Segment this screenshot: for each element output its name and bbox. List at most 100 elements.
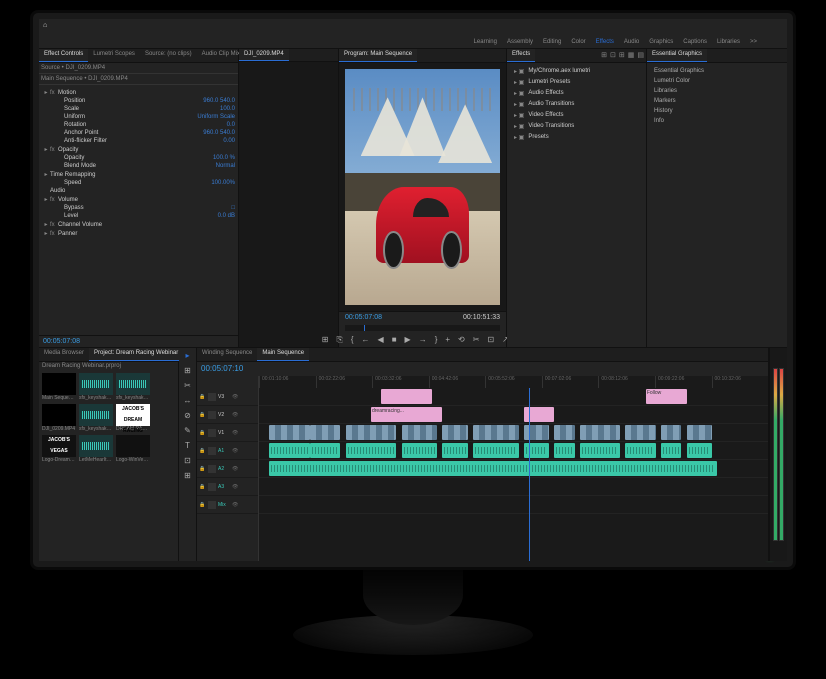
timeline-clip[interactable] xyxy=(661,443,681,458)
eye-icon[interactable]: 👁 xyxy=(232,502,239,508)
timeline-tool[interactable]: T xyxy=(182,441,194,453)
lock-icon[interactable]: 🔒 xyxy=(199,502,206,508)
property-value[interactable]: 0.00 xyxy=(195,138,235,144)
effects-tab[interactable]: Effects xyxy=(507,49,535,62)
ec-property[interactable]: Opacity100.0 % xyxy=(42,154,235,162)
project-item[interactable]: sfx_keyshake... xyxy=(116,373,150,401)
eye-icon[interactable]: 👁 xyxy=(232,412,239,418)
transport-button[interactable]: ◀ xyxy=(378,335,384,345)
ec-property[interactable]: ▸Time Remapping xyxy=(42,170,235,179)
eye-icon[interactable]: 👁 xyxy=(232,394,239,400)
track-toggle[interactable] xyxy=(208,501,216,509)
panel-section[interactable]: Markers xyxy=(650,96,784,106)
program-timecode-current[interactable]: 00:05:07:08 xyxy=(345,314,382,321)
track-lane[interactable] xyxy=(259,424,768,442)
track-header[interactable]: 🔒A2👁 xyxy=(197,460,258,478)
timeline-tool[interactable]: ↔ xyxy=(182,396,194,408)
fx-toggle-icon[interactable]: fx xyxy=(50,222,58,228)
transport-button[interactable]: ▶ xyxy=(405,335,411,345)
property-value[interactable]: 0.0 dB xyxy=(195,213,235,219)
project-item[interactable]: sfx_keyshake... xyxy=(79,404,113,432)
lock-icon[interactable]: 🔒 xyxy=(199,412,206,418)
program-scrubber[interactable] xyxy=(345,325,500,331)
lock-icon[interactable]: 🔒 xyxy=(199,484,206,490)
lock-icon[interactable]: 🔒 xyxy=(199,448,206,454)
transport-button[interactable]: ⟲ xyxy=(458,335,465,345)
workspace-tab->>[interactable]: >> xyxy=(750,39,757,45)
panel-section[interactable]: History xyxy=(650,106,784,116)
transport-button[interactable]: + xyxy=(445,335,450,345)
timeline-clip[interactable] xyxy=(402,443,438,458)
workspace-tab-editing[interactable]: Editing xyxy=(543,39,561,45)
effects-folder[interactable]: ▸ ▣Audio Effects xyxy=(510,88,643,99)
property-value[interactable]: 960.0 540.0 xyxy=(195,130,235,136)
timeline-clip[interactable] xyxy=(580,425,621,440)
program-playhead[interactable] xyxy=(364,325,365,331)
source-keyframe-area[interactable] xyxy=(239,62,338,347)
timeline-clip[interactable] xyxy=(310,425,341,440)
property-value[interactable]: □ xyxy=(195,205,235,211)
ec-property[interactable]: UniformUniform Scale xyxy=(42,113,235,121)
timeline-clip[interactable] xyxy=(402,425,438,440)
lock-icon[interactable]: 🔒 xyxy=(199,394,206,400)
timeline-tool[interactable]: ⊡ xyxy=(182,456,194,468)
track-toggle[interactable] xyxy=(208,411,216,419)
workspace-tab-learning[interactable]: Learning xyxy=(474,39,497,45)
eye-icon[interactable]: 👁 xyxy=(232,484,239,490)
timeline-clip[interactable] xyxy=(524,425,549,440)
project-item[interactable]: Logo-WinVegas.png xyxy=(116,435,150,463)
timeline-clip[interactable] xyxy=(554,443,574,458)
project-item[interactable]: LetMeHearItAll_... xyxy=(79,435,113,463)
effects-filter-icon[interactable]: ⊞ xyxy=(619,51,625,60)
timeline-timecode[interactable]: 00:05:07:10 xyxy=(201,364,243,374)
media-browser-tab[interactable]: Media Browser xyxy=(39,348,89,361)
timeline-tool[interactable]: ▸ xyxy=(182,351,194,363)
project-tab[interactable]: Project: Dream Racing Webinar xyxy=(89,348,183,361)
track-lane[interactable] xyxy=(259,496,768,514)
timeline-tool[interactable]: ⊘ xyxy=(182,411,194,423)
timeline-tool[interactable]: ✂ xyxy=(182,381,194,393)
timeline-clip[interactable] xyxy=(346,425,397,440)
ec-property[interactable]: ▸fxPanner xyxy=(42,229,235,238)
timeline-clip[interactable] xyxy=(442,425,467,440)
workspace-tab-effects[interactable]: Effects xyxy=(596,39,614,45)
ec-tab[interactable]: Source: (no clips) xyxy=(140,49,197,62)
ec-property[interactable]: ▸fxChannel Volume xyxy=(42,220,235,229)
timeline-clip[interactable]: dreamracing... xyxy=(371,407,442,422)
timeline-ruler[interactable]: 00:01:10:0600:02:22:0600:03:32:0600:04:4… xyxy=(259,376,768,388)
effects-folder[interactable]: ▸ ▣Audio Transitions xyxy=(510,99,643,110)
fx-toggle-icon[interactable]: fx xyxy=(50,197,58,203)
project-item[interactable]: Main Sequence xyxy=(42,373,76,401)
timeline-clip[interactable] xyxy=(661,425,681,440)
source-tab[interactable]: DJI_0209.MP4 xyxy=(239,49,289,61)
transport-button[interactable]: ⊡ xyxy=(487,335,494,345)
transport-button[interactable]: → xyxy=(419,335,427,345)
timeline-tab-1[interactable]: Winding Sequence xyxy=(197,348,257,361)
property-value[interactable]: 100.00% xyxy=(195,180,235,186)
track-lane[interactable]: dreamracing... xyxy=(259,406,768,424)
timeline-clip[interactable] xyxy=(473,443,519,458)
track-toggle[interactable] xyxy=(208,465,216,473)
ec-property[interactable]: ▸fxVolume xyxy=(42,195,235,204)
timeline-clip[interactable] xyxy=(269,461,717,476)
fx-toggle-icon[interactable]: fx xyxy=(50,231,58,237)
timeline-clip[interactable] xyxy=(269,443,310,458)
graphics-tab[interactable]: Essential Graphics xyxy=(647,49,707,62)
timeline-clip[interactable] xyxy=(346,443,397,458)
timeline-clip[interactable] xyxy=(625,443,656,458)
lock-icon[interactable]: 🔒 xyxy=(199,466,206,472)
ec-property[interactable]: Position960.0 540.0 xyxy=(42,97,235,105)
track-header[interactable]: 🔒V3👁 xyxy=(197,388,258,406)
track-header[interactable]: 🔒V2👁 xyxy=(197,406,258,424)
ec-property[interactable]: ▸fxMotion xyxy=(42,88,235,97)
ec-property[interactable]: Speed100.00% xyxy=(42,179,235,187)
eye-icon[interactable]: 👁 xyxy=(232,466,239,472)
workspace-tab-color[interactable]: Color xyxy=(571,39,585,45)
timeline-clip[interactable] xyxy=(554,425,574,440)
track-toggle[interactable] xyxy=(208,483,216,491)
property-value[interactable]: 100.0 xyxy=(195,106,235,112)
ec-timecode[interactable]: 00:05:07:08 xyxy=(39,335,238,347)
effects-filter-icon[interactable]: ▤ xyxy=(637,51,644,60)
workspace-tab-libraries[interactable]: Libraries xyxy=(717,39,740,45)
fx-toggle-icon[interactable]: fx xyxy=(50,90,58,96)
